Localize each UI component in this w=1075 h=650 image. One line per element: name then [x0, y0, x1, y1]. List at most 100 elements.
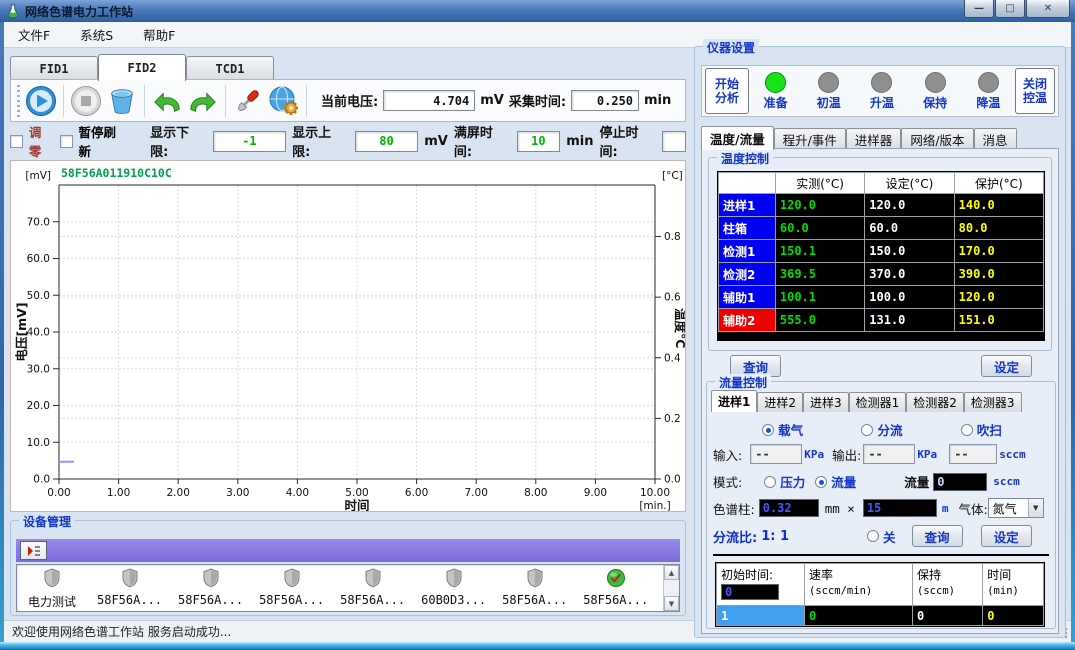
program-step-index[interactable]: 1: [717, 606, 805, 626]
column-diameter-field[interactable]: 0.32: [759, 499, 819, 517]
toolbar-grip[interactable]: [17, 85, 20, 117]
split-off-radio[interactable]: [867, 530, 879, 542]
flow-set-button[interactable]: 设定: [981, 525, 1032, 547]
temp-table-row[interactable]: 检测2369.5370.0390.0: [719, 263, 1044, 286]
tab-network-version[interactable]: 网络/版本: [901, 128, 973, 150]
tab-fid1[interactable]: FID1: [10, 56, 98, 80]
close-temp-control-button[interactable]: 关闭 控温: [1015, 68, 1055, 114]
svg-text:0.00: 0.00: [47, 487, 70, 499]
scroll-up-button[interactable]: ▲: [664, 565, 679, 580]
device-list-view-button[interactable]: [20, 541, 47, 560]
device-item[interactable]: 58F56A...: [178, 568, 243, 607]
temp-table-row[interactable]: 进样1120.0120.0140.0: [719, 194, 1044, 217]
temp-table-row[interactable]: 柱箱60.060.080.0: [719, 217, 1044, 240]
gas-select[interactable]: 氮气 ▼: [988, 498, 1044, 518]
close-button[interactable]: ✕: [1026, 0, 1070, 18]
maximize-button[interactable]: □: [995, 0, 1025, 18]
time-unit: (min): [987, 585, 1019, 597]
indicator-label: 初温: [817, 94, 841, 111]
measured-temp-cell: 150.1: [775, 240, 864, 263]
tab-program-events[interactable]: 程升/事件: [774, 128, 846, 150]
menu-item-help[interactable]: 帮助F: [143, 25, 175, 44]
measured-flow-field[interactable]: --: [949, 444, 997, 464]
device-list-scrollbar[interactable]: ▲ ▼: [663, 565, 679, 611]
program-hold-cell[interactable]: 0: [913, 606, 983, 626]
minimize-button[interactable]: —: [964, 0, 994, 18]
temp-set-button[interactable]: 设定: [981, 355, 1032, 377]
temp-zone-label: 进样1: [719, 194, 776, 217]
acq-time-field[interactable]: 0.250: [571, 90, 639, 111]
tab-injector[interactable]: 进样器: [846, 128, 902, 150]
window-border-left: [0, 22, 4, 642]
tab-fid2[interactable]: FID2: [98, 54, 186, 81]
program-time-cell[interactable]: 0: [983, 606, 1044, 626]
temp-table-row[interactable]: 辅助1100.1100.0120.0: [719, 286, 1044, 309]
device-item[interactable]: 60B0D3...: [421, 568, 486, 607]
device-item[interactable]: 58F56A...: [97, 568, 162, 607]
undo-button[interactable]: [149, 83, 185, 119]
column-length-field[interactable]: 15: [863, 499, 937, 517]
flow-tab-injector3[interactable]: 进样3: [803, 392, 849, 412]
network-settings-button[interactable]: [266, 83, 302, 119]
flow-setpoint-field[interactable]: 0: [933, 473, 987, 491]
temp-table-row[interactable]: 辅助2555.0131.0151.0: [719, 309, 1044, 332]
scroll-down-button[interactable]: ▼: [664, 596, 679, 611]
initial-time-field[interactable]: 0: [721, 584, 779, 600]
start-acquisition-button[interactable]: [23, 83, 59, 119]
device-item[interactable]: 58F56A...: [502, 568, 567, 607]
indicator-label: 降温: [976, 94, 1000, 111]
toolbar-separator: [225, 85, 226, 117]
device-item[interactable]: 电力测试: [23, 568, 81, 610]
protect-temp-cell: 140.0: [954, 194, 1043, 217]
flow-tab-injector1[interactable]: 进样1: [711, 390, 757, 412]
display-upper-field[interactable]: 80: [355, 131, 419, 152]
pause-refresh-label: 暂停刷新: [79, 122, 129, 160]
stop-time-field[interactable]: [662, 131, 686, 152]
device-item[interactable]: 58F56A...: [340, 568, 405, 607]
flow-tab-detector3[interactable]: 检测器3: [964, 392, 1022, 412]
current-voltage-field[interactable]: 4.704: [383, 90, 475, 111]
status-indicator: 降温: [966, 72, 1010, 111]
chromatogram-chart[interactable]: 0.010.020.030.040.050.060.070.00.00.20.4…: [11, 161, 685, 511]
tab-messages[interactable]: 消息: [974, 128, 1017, 150]
tab-tcd1[interactable]: TCD1: [186, 56, 274, 80]
gas-select-value: 氮气: [993, 500, 1017, 517]
input-pressure-field[interactable]: --: [750, 444, 802, 464]
redo-button[interactable]: [185, 83, 221, 119]
set-temp-cell: 100.0: [865, 286, 954, 309]
flow-tab-injector2[interactable]: 进样2: [757, 392, 803, 412]
flow-setpoint-unit: sccm: [993, 475, 1020, 488]
start-analysis-button[interactable]: 开始 分析: [705, 68, 749, 114]
display-lower-field[interactable]: -1: [213, 131, 286, 152]
tab-temp-flow[interactable]: 温度/流量: [701, 126, 774, 150]
menu-item-file[interactable]: 文件F: [18, 25, 50, 44]
full-screen-time-field[interactable]: 10: [517, 131, 561, 152]
temp-zone-label: 检测1: [719, 240, 776, 263]
start-analysis-label: 分析: [715, 91, 739, 105]
device-icon: [201, 568, 221, 592]
stop-acquisition-button[interactable]: [68, 83, 104, 119]
pause-refresh-checkbox[interactable]: [60, 135, 73, 148]
purge-gas-radio[interactable]: [961, 424, 973, 436]
app-window: 网络色谱电力工作站 — □ ✕ 文件F 系统S 帮助F FID1 FID2 TC…: [0, 0, 1075, 650]
config-button[interactable]: [230, 83, 266, 119]
svg-text:7.00: 7.00: [465, 487, 488, 499]
clear-data-button[interactable]: [104, 83, 140, 119]
title-bar: 网络色谱电力工作站 — □ ✕: [0, 0, 1075, 22]
split-gas-radio[interactable]: [861, 424, 873, 436]
device-item[interactable]: 58F56A...: [259, 568, 324, 607]
zero-checkbox[interactable]: [10, 135, 23, 148]
program-row[interactable]: 1 0 0 0: [717, 606, 1044, 626]
flow-tab-detector2[interactable]: 检测器2: [906, 392, 964, 412]
temp-table-row[interactable]: 检测1150.1150.0170.0: [719, 240, 1044, 263]
pressure-mode-radio[interactable]: [764, 476, 776, 488]
menu-item-system[interactable]: 系统S: [80, 25, 113, 44]
flow-tab-detector1[interactable]: 检测器1: [849, 392, 907, 412]
carrier-gas-radio[interactable]: [762, 424, 774, 436]
flow-query-button[interactable]: 查询: [912, 525, 963, 547]
flow-mode-radio[interactable]: [815, 476, 827, 488]
svg-text:8.00: 8.00: [524, 487, 547, 499]
device-item[interactable]: 58F56A...: [583, 568, 648, 607]
program-rate-cell[interactable]: 0: [805, 606, 913, 626]
output-pressure-field[interactable]: --: [863, 444, 915, 464]
